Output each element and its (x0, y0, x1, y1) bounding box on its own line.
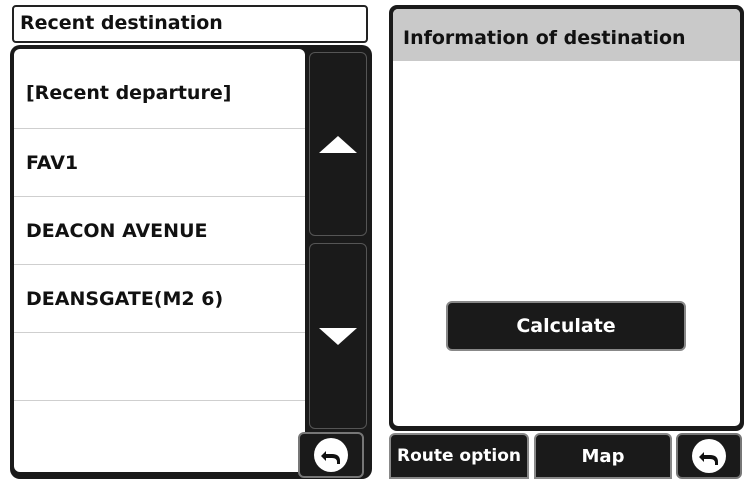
scroll-up-button[interactable] (309, 52, 367, 236)
list-item-label: [Recent departure] (26, 81, 232, 104)
destination-info-title: Information of destination (403, 27, 686, 49)
recent-destination-title: Recent destination (12, 5, 368, 43)
list-item-empty-5[interactable] (14, 333, 305, 401)
map-label: Map (581, 445, 625, 467)
list-item-label: DEACON AVENUE (26, 219, 208, 242)
back-arrow-icon (314, 438, 348, 472)
destination-info-panel: Information of destination (393, 9, 740, 426)
back-button-right[interactable] (676, 433, 742, 479)
triangle-down-icon (319, 327, 357, 345)
scroll-down-button[interactable] (309, 243, 367, 429)
list-item-label: DEANSGATE(M2 6) (26, 287, 224, 310)
page-title: Recent destination (20, 12, 223, 34)
back-button-left[interactable] (298, 432, 364, 478)
route-option-label: Route option (396, 446, 522, 466)
destination-info-header: Information of destination (393, 9, 740, 61)
route-option-button[interactable]: Route option (389, 433, 529, 479)
back-arrow-icon (692, 439, 726, 473)
list-item-recent-departure[interactable]: [Recent departure] (14, 49, 305, 129)
calculate-label: Calculate (516, 315, 616, 337)
destination-list: [Recent departure] FAV1 DEACON AVENUE DE… (14, 49, 305, 472)
list-item-fav1[interactable]: FAV1 (14, 129, 305, 197)
list-item-deansgate[interactable]: DEANSGATE(M2 6) (14, 265, 305, 333)
map-button[interactable]: Map (534, 433, 672, 479)
list-item-label: FAV1 (26, 151, 79, 174)
triangle-up-icon (319, 135, 357, 153)
list-item-deacon-avenue[interactable]: DEACON AVENUE (14, 197, 305, 265)
calculate-button[interactable]: Calculate (446, 301, 686, 351)
list-item-empty-6[interactable] (14, 401, 305, 469)
